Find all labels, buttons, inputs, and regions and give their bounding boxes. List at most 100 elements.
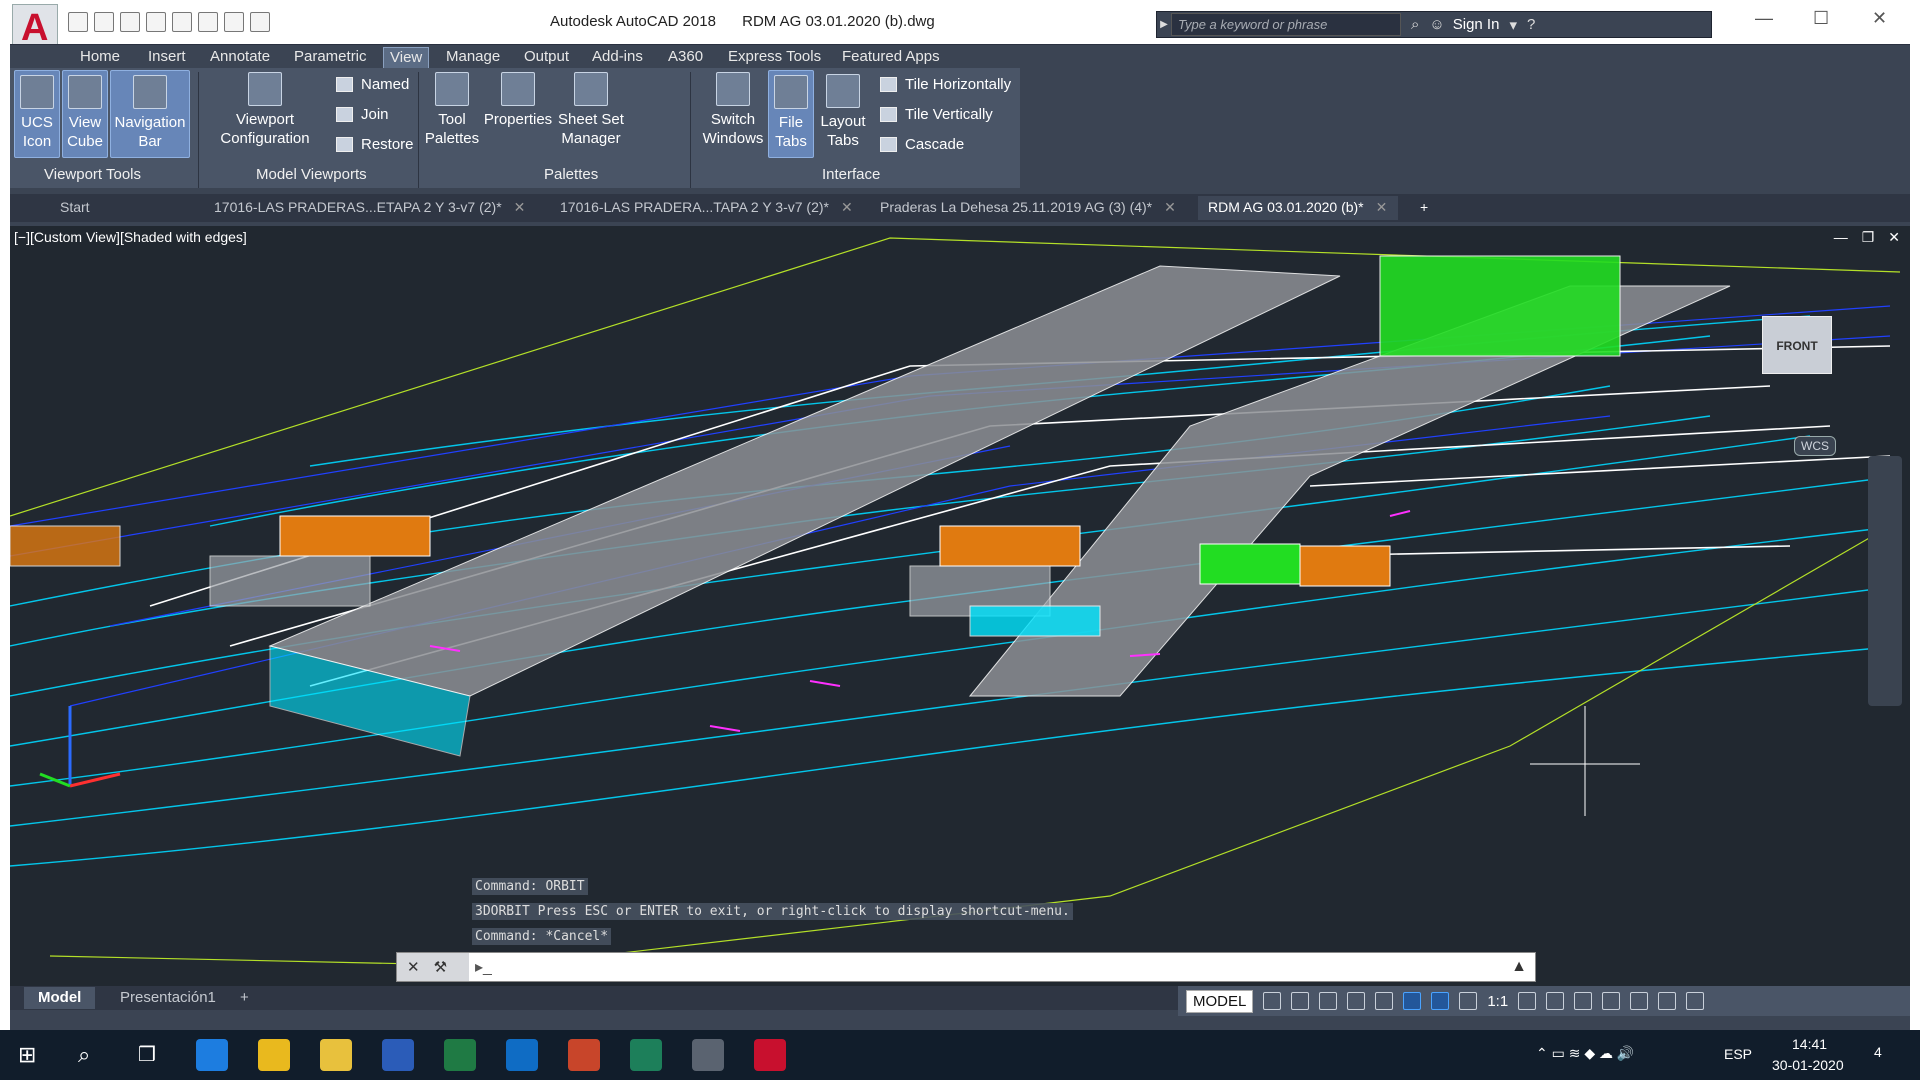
save-icon[interactable] (120, 12, 140, 32)
edge-icon[interactable] (196, 1039, 228, 1071)
layout-tabs-button[interactable]: Layout Tabs (818, 70, 868, 158)
close-tab-icon[interactable]: ✕ (841, 199, 853, 215)
tab-featured-apps[interactable]: Featured Apps (836, 47, 946, 69)
file-explorer-icon[interactable] (320, 1039, 352, 1071)
cascade-button[interactable]: Cascade (880, 136, 964, 153)
windows-start-icon[interactable]: ⊞ (18, 1042, 36, 1068)
close-tab-icon[interactable]: ✕ (1164, 199, 1176, 215)
clean-screen-icon[interactable] (1658, 992, 1677, 1010)
sheet-set-manager-button[interactable]: Sheet Set Manager (556, 72, 626, 158)
tab-express-tools[interactable]: Express Tools (722, 47, 827, 69)
clock-date[interactable]: 30-01-2020 (1772, 1057, 1844, 1073)
isolate-objects-icon[interactable] (1602, 992, 1621, 1010)
auto-scale-icon[interactable] (1459, 992, 1478, 1010)
word-icon[interactable] (382, 1039, 414, 1071)
file-tab[interactable]: Praderas La Dehesa 25.11.2019 AG (3) (4)… (870, 196, 1200, 220)
tab-model[interactable]: Model (24, 987, 96, 1009)
qat-dropdown-icon[interactable] (250, 12, 270, 32)
close-tab-icon[interactable]: ✕ (1376, 199, 1388, 215)
autocad-taskbar-icon[interactable] (754, 1039, 786, 1071)
hardware-acceleration-icon[interactable] (1630, 992, 1649, 1010)
close-tab-icon[interactable]: ✕ (514, 199, 526, 215)
task-view-icon[interactable]: ❒ (138, 1042, 156, 1067)
panel-label-viewport-tools[interactable]: Viewport Tools (44, 166, 141, 183)
powerpoint-icon[interactable] (568, 1039, 600, 1071)
units-icon[interactable] (1574, 992, 1593, 1010)
cart-icon[interactable]: ▾ (1509, 16, 1517, 34)
command-prompt-icon[interactable]: ▸_ (469, 957, 492, 977)
viewport-close-icon[interactable]: ✕ (1888, 229, 1900, 246)
drawing-viewport[interactable]: [−][Custom View][Shaded with edges] — ❐ … (10, 226, 1910, 986)
minimize-icon[interactable]: — (1755, 8, 1773, 29)
open-icon[interactable] (94, 12, 114, 32)
excel-icon[interactable] (444, 1039, 476, 1071)
grid-icon[interactable] (1263, 992, 1282, 1010)
tab-annotate[interactable]: Annotate (204, 47, 276, 69)
viewcube[interactable]: FRONT (1762, 316, 1832, 374)
properties-button[interactable]: Properties (482, 72, 554, 158)
command-history-toggle-icon[interactable]: ▲ (1511, 958, 1535, 976)
model-space-button[interactable]: MODEL (1186, 989, 1254, 1013)
user-icon[interactable]: ☺ (1429, 16, 1444, 33)
tab-parametric[interactable]: Parametric (288, 47, 373, 69)
close-command-line-icon[interactable]: ✕ (407, 958, 420, 976)
file-tab[interactable]: 17016-LAS PRADERA...TAPA 2 Y 3-v7 (2)* ✕ (550, 196, 870, 220)
join-viewports-button[interactable]: Join (336, 106, 389, 123)
file-tab[interactable]: 17016-LAS PRADERAS...ETAPA 2 Y 3-v7 (2)*… (204, 196, 544, 220)
save-as-icon[interactable] (146, 12, 166, 32)
file-tab-active[interactable]: RDM AG 03.01.2020 (b)* ✕ (1198, 196, 1398, 220)
tab-output[interactable]: Output (518, 47, 575, 69)
viewport-restore-icon[interactable]: ❐ (1862, 229, 1875, 246)
undo-icon[interactable] (198, 12, 218, 32)
outlook-icon[interactable] (506, 1039, 538, 1071)
new-icon[interactable] (68, 12, 88, 32)
workspace-gear-icon[interactable] (1518, 992, 1537, 1010)
chrome-icon[interactable] (258, 1039, 290, 1071)
system-tray-icons[interactable]: ⌃ ▭ ≋ ◆ ☁ 🔊 (1536, 1045, 1634, 1062)
help-icon[interactable]: ? (1527, 16, 1535, 33)
panel-label-palettes[interactable]: Palettes (544, 166, 598, 183)
annotation-visibility-icon[interactable] (1431, 992, 1450, 1010)
add-layout-icon[interactable]: + (226, 987, 263, 1009)
search-expand-icon[interactable]: ▶ (1157, 19, 1171, 30)
object-snap-icon[interactable] (1403, 992, 1422, 1010)
input-language[interactable]: ESP (1724, 1046, 1752, 1062)
new-tab-icon[interactable]: + (1410, 196, 1438, 220)
file-tabs-button[interactable]: File Tabs (768, 70, 814, 158)
polar-tracking-icon[interactable] (1347, 992, 1366, 1010)
tab-view[interactable]: View (383, 47, 430, 69)
close-icon[interactable]: ✕ (1872, 8, 1887, 29)
sign-in-link[interactable]: Sign In (1453, 16, 1500, 33)
ortho-icon[interactable] (1319, 992, 1338, 1010)
view-cube-button[interactable]: View Cube (62, 70, 108, 158)
tool-palettes-button[interactable]: Tool Palettes (424, 72, 480, 158)
binoculars-icon[interactable]: ⌕ (1411, 16, 1419, 33)
tab-home[interactable]: Home (74, 47, 126, 69)
file-tab-start[interactable]: Start (50, 196, 100, 220)
viewport-configuration-button[interactable]: Viewport Configuration (210, 72, 320, 158)
tab-a360[interactable]: A360 (662, 47, 709, 69)
project-icon[interactable] (630, 1039, 662, 1071)
settings-icon[interactable] (692, 1039, 724, 1071)
tab-presentacion1[interactable]: Presentación1 (106, 987, 230, 1009)
navigation-bar[interactable] (1868, 456, 1902, 706)
navigation-bar-button[interactable]: Navigation Bar (110, 70, 190, 158)
clock-time[interactable]: 14:41 (1792, 1036, 1827, 1052)
switch-windows-button[interactable]: Switch Windows (700, 72, 766, 158)
annotation-monitor-icon[interactable] (1546, 992, 1565, 1010)
wcs-menu[interactable]: WCS (1794, 436, 1836, 456)
search-icon[interactable]: ⌕ (78, 1042, 90, 1068)
isodraft-icon[interactable] (1375, 992, 1394, 1010)
viewport-controls-label[interactable]: [−][Custom View][Shaded with edges] (14, 229, 247, 245)
customization-menu-icon[interactable] (1686, 992, 1705, 1010)
ucs-icon-button[interactable]: UCS Icon (14, 70, 60, 158)
customize-wrench-icon[interactable]: ⚒ (434, 958, 447, 976)
tile-vertically-button[interactable]: Tile Vertically (880, 106, 993, 123)
tab-add-ins[interactable]: Add-ins (586, 47, 649, 69)
tab-insert[interactable]: Insert (142, 47, 192, 69)
command-input[interactable] (491, 954, 1512, 980)
named-viewports-button[interactable]: Named (336, 76, 409, 93)
maximize-icon[interactable]: ☐ (1813, 8, 1829, 29)
annotation-scale[interactable]: 1:1 (1487, 993, 1508, 1010)
tile-horizontally-button[interactable]: Tile Horizontally (880, 76, 1011, 93)
